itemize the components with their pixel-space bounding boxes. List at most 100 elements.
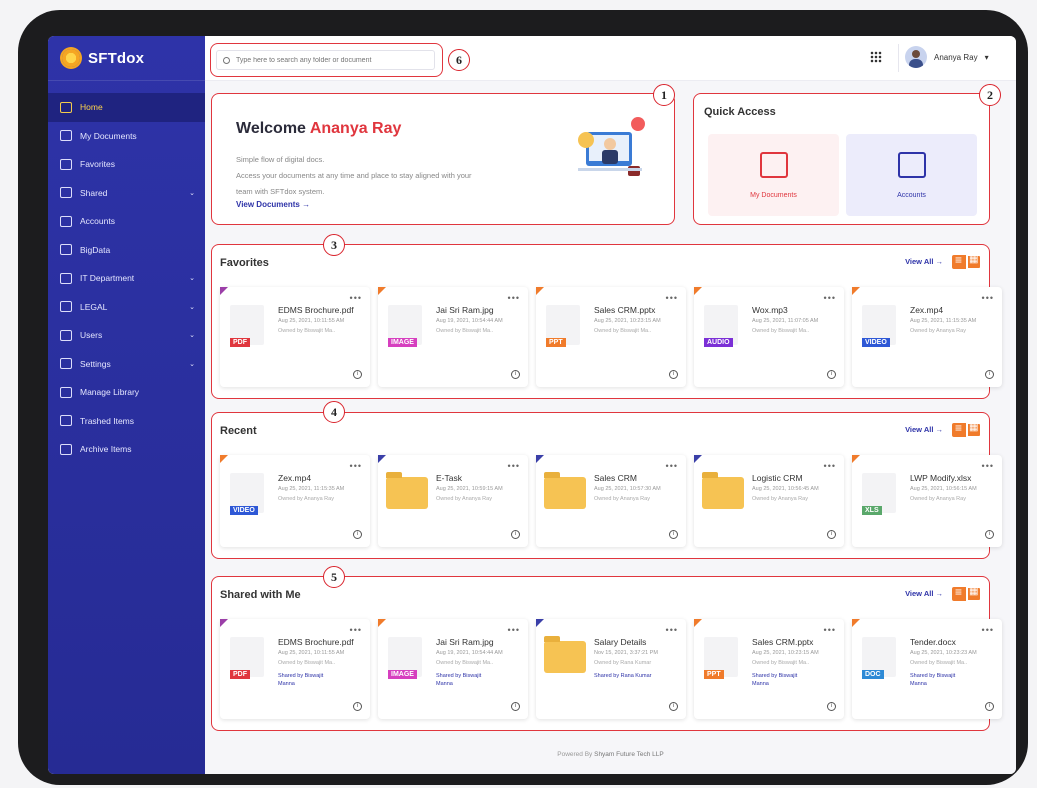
folder-date: Aug 25, 2021, 10:56:45 AM [752,486,819,492]
more-icon[interactable]: ••• [350,461,362,471]
more-icon[interactable]: ••• [350,625,362,635]
info-icon[interactable]: i [669,530,678,539]
more-icon[interactable]: ••• [824,625,836,635]
sidebar-item-settings[interactable]: Settings ⌄ [48,350,205,379]
more-icon[interactable]: ••• [508,293,520,303]
sidebar-item-it-department[interactable]: IT Department ⌄ [48,264,205,293]
list-view-icon[interactable] [952,585,966,601]
view-all-link[interactable]: View All → [905,425,943,434]
file-card[interactable]: ••• PPT Sales CRM.pptx Aug 25, 2021, 10:… [536,287,686,387]
quick-access-my-documents[interactable]: My Documents [708,134,839,216]
more-icon[interactable]: ••• [824,293,836,303]
sidebar-item-manage-library[interactable]: Manage Library [48,378,205,407]
view-toggle [952,585,981,601]
image-file-icon: IMAGE [388,637,422,679]
info-icon[interactable]: i [985,530,994,539]
file-card[interactable]: ••• AUDIO Wox.mp3 Aug 25, 2021, 11:07:05… [694,287,844,387]
info-icon[interactable]: i [511,370,520,379]
file-card[interactable]: ••• PPT Sales CRM.pptx Aug 25, 2021, 10:… [694,619,844,719]
more-icon[interactable]: ••• [508,461,520,471]
sidebar-item-my-documents[interactable]: My Documents [48,122,205,151]
folder-date: Aug 25, 2021, 10:59:15 AM [436,486,503,492]
sidebar-item-label: Home [80,102,103,113]
view-all-link[interactable]: View All → [905,257,943,266]
info-icon[interactable]: i [985,370,994,379]
info-icon[interactable]: i [511,702,520,711]
folder-card[interactable]: ••• E-Task Aug 25, 2021, 10:59:15 AM Own… [378,455,528,547]
file-card[interactable]: ••• XLS LWP Modify.xlsx Aug 25, 2021, 10… [852,455,1002,547]
info-icon[interactable]: i [985,702,994,711]
file-date: Aug 25, 2021, 11:15:35 AM [910,318,977,324]
file-card[interactable]: ••• VIDEO Zex.mp4 Aug 25, 2021, 11:15:35… [852,287,1002,387]
chevron-down-icon: ⌄ [189,189,195,197]
list-view-icon[interactable] [952,253,966,269]
more-icon[interactable]: ••• [666,293,678,303]
sidebar-item-trashed-items[interactable]: Trashed Items [48,407,205,436]
info-icon[interactable]: i [669,702,678,711]
sidebar-item-users[interactable]: Users ⌄ [48,321,205,350]
user-menu[interactable]: Ananya Ray ▾ [905,46,989,68]
info-icon[interactable]: i [353,702,362,711]
more-icon[interactable]: ••• [982,293,994,303]
sidebar-item-shared[interactable]: Shared ⌄ [48,179,205,208]
file-owner: Owned by Biswajit Ma.. [436,328,494,334]
sidebar-item-archive-items[interactable]: Archive Items [48,435,205,464]
sidebar-item-label: Shared [80,187,108,198]
info-icon[interactable]: i [669,370,678,379]
more-icon[interactable]: ••• [982,625,994,635]
divider [898,44,899,72]
marker-6: 6 [448,49,470,71]
home-icon [60,101,72,113]
file-owner: Owned by Biswajit Ma.. [752,660,810,666]
more-icon[interactable]: ••• [350,293,362,303]
sidebar-item-accounts[interactable]: Accounts [48,207,205,236]
view-all-link[interactable]: View All → [905,589,943,598]
info-icon[interactable]: i [827,702,836,711]
file-card[interactable]: ••• DOC Tender.docx Aug 25, 2021, 10:23:… [852,619,1002,719]
file-card[interactable]: ••• PDF EDMS Brochure.pdf Aug 25, 2021, … [220,287,370,387]
folder-card[interactable]: ••• Sales CRM Aug 25, 2021, 10:57:30 AM … [536,455,686,547]
more-icon[interactable]: ••• [666,461,678,471]
file-type-tag: AUDIO [704,338,733,347]
file-card[interactable]: ••• IMAGE Jai Sri Ram.jpg Aug 19, 2021, … [378,287,528,387]
card-flag [694,287,702,295]
search-highlight [210,43,443,77]
file-name: Sales CRM.pptx [594,305,656,315]
search-box[interactable] [216,50,435,70]
folder-card[interactable]: ••• Logistic CRM Aug 25, 2021, 10:56:45 … [694,455,844,547]
app-screen: SFTdox Home My Documents Favorites Share… [48,36,1016,774]
info-icon[interactable]: i [353,370,362,379]
file-card[interactable]: ••• IMAGE Jai Sri Ram.jpg Aug 19, 2021, … [378,619,528,719]
info-icon[interactable]: i [827,370,836,379]
sidebar-item-legal[interactable]: LEGAL ⌄ [48,293,205,322]
sidebar-item-bigdata[interactable]: BigData [48,236,205,265]
info-icon[interactable]: i [511,530,520,539]
grid-view-icon[interactable] [967,586,981,601]
grid-view-icon[interactable] [967,254,981,269]
view-documents-link[interactable]: View Documents → [236,200,310,209]
folder-card[interactable]: ••• Salary Details Nov 15, 2021, 3:37:21… [536,619,686,719]
logo-icon [62,49,80,67]
sidebar-nav: Home My Documents Favorites Shared ⌄ Acco… [48,93,205,464]
more-icon[interactable]: ••• [824,461,836,471]
brand[interactable]: SFTdox [48,36,205,81]
sidebar-item-label: My Documents [80,130,137,141]
more-icon[interactable]: ••• [508,625,520,635]
list-view-icon[interactable] [952,421,966,437]
info-icon[interactable]: i [827,530,836,539]
more-icon[interactable]: ••• [982,461,994,471]
more-icon[interactable]: ••• [666,625,678,635]
pdf-file-icon: PDF [230,637,264,679]
file-card[interactable]: ••• PDF EDMS Brochure.pdf Aug 25, 2021, … [220,619,370,719]
search-input[interactable] [236,56,421,64]
grid-view-icon[interactable] [967,422,981,437]
file-name: Zex.mp4 [278,473,312,483]
file-type-tag: IMAGE [388,338,417,347]
quick-access-accounts[interactable]: Accounts [846,134,977,216]
sidebar-item-favorites[interactable]: Favorites [48,150,205,179]
sidebar-item-home[interactable]: Home [48,93,205,122]
file-card[interactable]: ••• VIDEO Zex.mp4 Aug 25, 2021, 11:15:35… [220,455,370,547]
gear-icon [60,358,72,370]
info-icon[interactable]: i [353,530,362,539]
apps-grid-icon[interactable] [870,51,882,63]
